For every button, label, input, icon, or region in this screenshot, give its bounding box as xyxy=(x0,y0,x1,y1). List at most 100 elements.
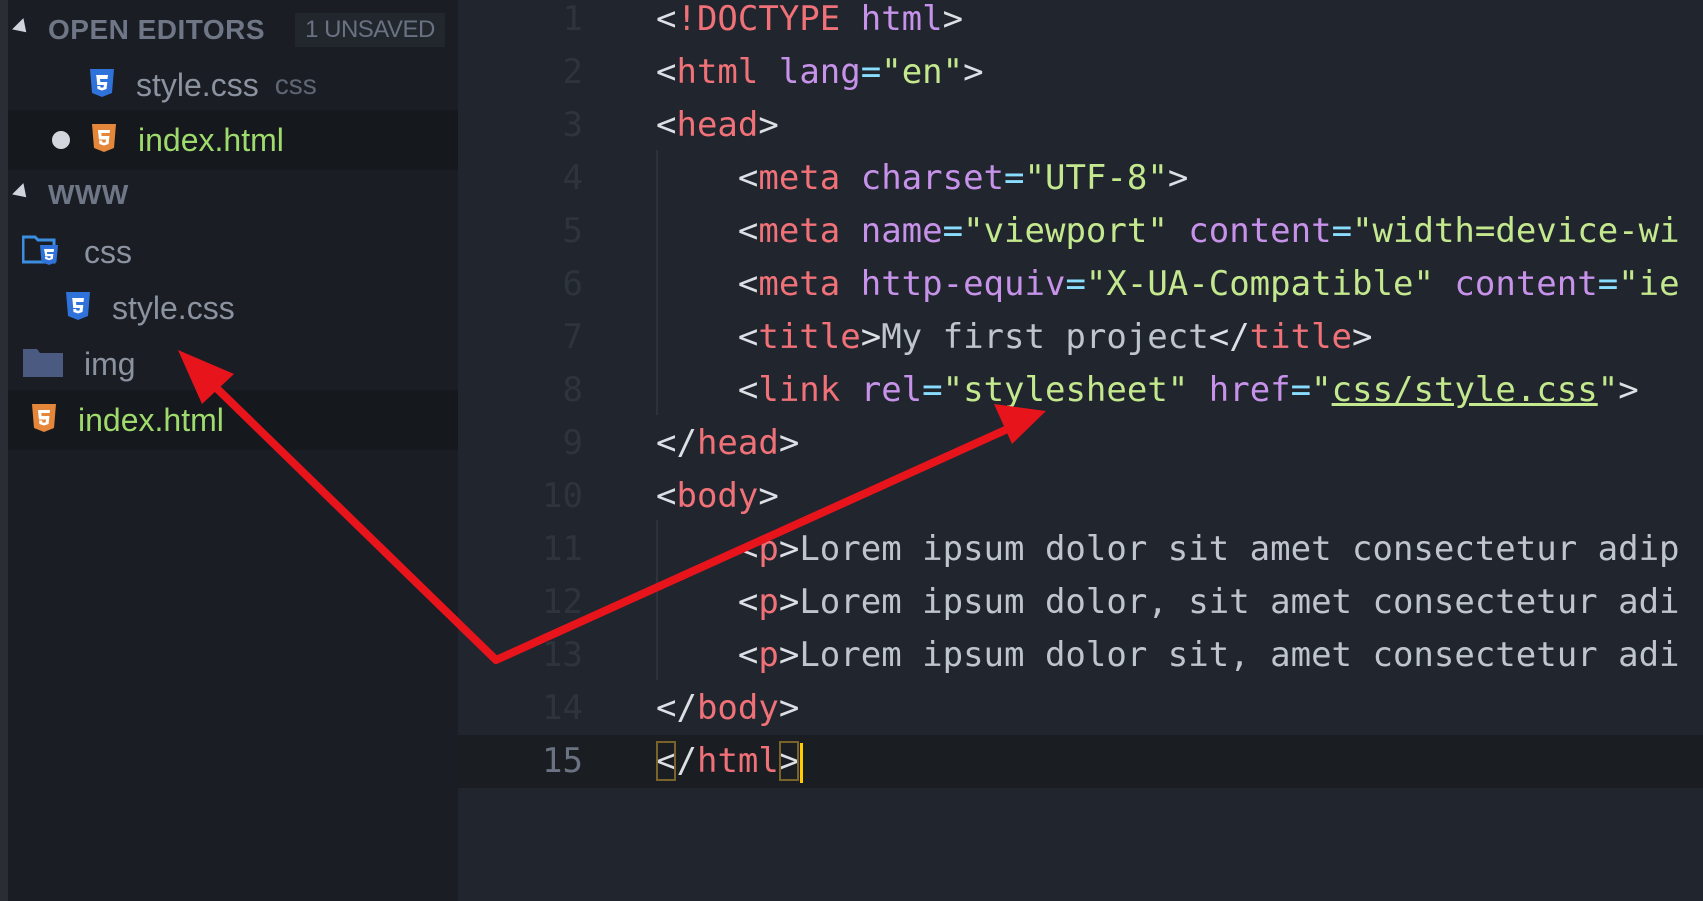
code-token: "ie xyxy=(1618,264,1680,304)
code-text[interactable]: </head> xyxy=(656,417,799,470)
line-number: 9 xyxy=(562,423,583,463)
code-token: = xyxy=(1597,264,1619,304)
code-text[interactable]: <meta name="viewport" content="width=dev… xyxy=(656,205,1680,258)
open-editor-filename: style.css xyxy=(136,66,259,103)
open-editors-header[interactable]: OPEN EDITORS 1 UNSAVED xyxy=(8,0,458,60)
code-token: < xyxy=(656,476,677,516)
code-token: "width=device-wi xyxy=(1352,211,1680,251)
line-number: 11 xyxy=(542,529,583,569)
code-token: </ xyxy=(656,423,697,463)
code-token: html xyxy=(696,741,779,781)
tree-item-style-css[interactable]: style.css xyxy=(8,278,458,338)
open-editor-folder-hint: css xyxy=(274,69,317,100)
code-line[interactable]: 14 </body> xyxy=(458,682,1703,735)
code-token: > xyxy=(860,317,882,357)
chevron-down-icon[interactable] xyxy=(12,18,32,38)
code-token: > xyxy=(1618,370,1639,410)
html5-icon xyxy=(30,402,58,439)
line-number: 1 xyxy=(562,0,583,39)
code-token: name xyxy=(860,211,943,251)
code-line[interactable]: 12 <p>Lorem ipsum dolor, sit amet consec… xyxy=(458,576,1703,629)
code-token: < xyxy=(656,105,677,145)
tree-item-index-html[interactable]: index.html xyxy=(8,390,458,450)
code-token: > xyxy=(778,529,800,569)
code-token: < xyxy=(656,0,677,39)
code-line[interactable]: 9 </head> xyxy=(458,417,1703,470)
code-token: > xyxy=(942,0,964,39)
code-text[interactable]: <title>My first project</title> xyxy=(656,311,1373,364)
code-text[interactable]: </body> xyxy=(656,682,799,735)
code-text[interactable]: <p>Lorem ipsum dolor sit amet consectetu… xyxy=(656,523,1680,576)
code-token: html xyxy=(676,52,759,92)
css3-icon xyxy=(88,67,116,104)
code-token: > xyxy=(963,52,984,92)
code-text[interactable]: <link rel="stylesheet" href="css/style.c… xyxy=(656,364,1639,417)
code-token: css/style.css xyxy=(1331,370,1598,410)
code-text[interactable]: <meta charset="UTF-8"> xyxy=(656,152,1188,205)
line-number: 3 xyxy=(562,105,583,145)
code-line[interactable]: 15 </html> xyxy=(458,735,1703,788)
code-text[interactable]: <!DOCTYPE html> xyxy=(656,0,963,46)
code-text[interactable]: <head> xyxy=(656,99,779,152)
code-token: content xyxy=(1188,211,1332,251)
code-token: Lorem ipsum dolor sit, amet consectetur … xyxy=(799,635,1680,675)
code-line[interactable]: 13 <p>Lorem ipsum dolor sit, amet consec… xyxy=(458,629,1703,682)
code-token: title xyxy=(758,317,861,357)
code-line[interactable]: 4 <meta charset="UTF-8"> xyxy=(458,152,1703,205)
code-token: " xyxy=(1311,370,1332,410)
code-token: link xyxy=(758,370,841,410)
folder-icon xyxy=(22,346,64,383)
code-token: > xyxy=(778,688,800,728)
code-text[interactable]: <meta http-equiv="X-UA-Compatible" conte… xyxy=(656,258,1680,311)
line-number: 6 xyxy=(562,264,583,304)
code-line[interactable]: 1 <!DOCTYPE html> xyxy=(458,0,1703,46)
code-token: href xyxy=(1208,370,1291,410)
code-line[interactable]: 8 <link rel="stylesheet" href="css/style… xyxy=(458,364,1703,417)
code-token: p xyxy=(758,635,779,675)
code-token: < xyxy=(656,529,759,569)
code-token: body xyxy=(676,476,759,516)
line-number: 12 xyxy=(542,582,583,622)
explorer-sidebar: OPEN EDITORS 1 UNSAVED style.css css ind… xyxy=(8,0,458,901)
code-line[interactable]: 3 <head> xyxy=(458,99,1703,152)
code-editor[interactable]: 1 <!DOCTYPE html> 2 <html lang="en"> 3 <head>… xyxy=(458,0,1703,901)
tree-item-css-folder[interactable]: css xyxy=(8,222,458,282)
line-number: 8 xyxy=(562,370,583,410)
code-text[interactable]: <p>Lorem ipsum dolor sit, amet consectet… xyxy=(656,629,1680,682)
tree-item-label: img xyxy=(84,345,136,382)
code-text[interactable]: <body> xyxy=(656,470,779,523)
code-token: < xyxy=(656,158,759,198)
code-token: Lorem ipsum dolor sit amet consectetur a… xyxy=(799,529,1680,569)
code-line[interactable]: 5 <meta name="viewport" content="width=d… xyxy=(458,205,1703,258)
code-text[interactable]: </html> xyxy=(656,735,804,788)
code-token: > xyxy=(778,582,800,622)
code-line[interactable]: 6 <meta http-equiv="X-UA-Compatible" con… xyxy=(458,258,1703,311)
code-token: = xyxy=(1290,370,1312,410)
open-editor-filename: index.html xyxy=(138,121,284,158)
code-line[interactable]: 10 <body> xyxy=(458,470,1703,523)
code-token: My first project xyxy=(881,317,1209,357)
code-token: charset xyxy=(860,158,1005,198)
code-text[interactable]: <html lang="en"> xyxy=(656,46,984,99)
line-number: 10 xyxy=(542,476,583,516)
unsaved-dot-icon[interactable] xyxy=(52,131,70,149)
code-line[interactable]: 7 <title>My first project</title> xyxy=(458,311,1703,364)
chevron-down-icon[interactable] xyxy=(12,183,32,203)
code-token: > xyxy=(778,635,800,675)
code-token: < xyxy=(656,317,759,357)
folder-www-header[interactable]: WWW xyxy=(8,165,458,225)
code-line[interactable]: 2 <html lang="en"> xyxy=(458,46,1703,99)
open-editor-item-index-html[interactable]: index.html xyxy=(8,110,458,170)
code-text[interactable]: <p>Lorem ipsum dolor, sit amet consectet… xyxy=(656,576,1680,629)
tree-item-label: index.html xyxy=(78,401,224,438)
code-token: Lorem ipsum dolor, sit amet consectetur … xyxy=(799,582,1680,622)
open-editor-item-style-css[interactable]: style.css css xyxy=(8,55,458,115)
code-line[interactable]: 11 <p>Lorem ipsum dolor sit amet consect… xyxy=(458,523,1703,576)
tree-item-label: style.css xyxy=(112,289,235,326)
bracket-match: < xyxy=(656,741,677,781)
tree-item-img-folder[interactable]: img xyxy=(8,334,458,394)
code-token: = xyxy=(1065,264,1086,304)
